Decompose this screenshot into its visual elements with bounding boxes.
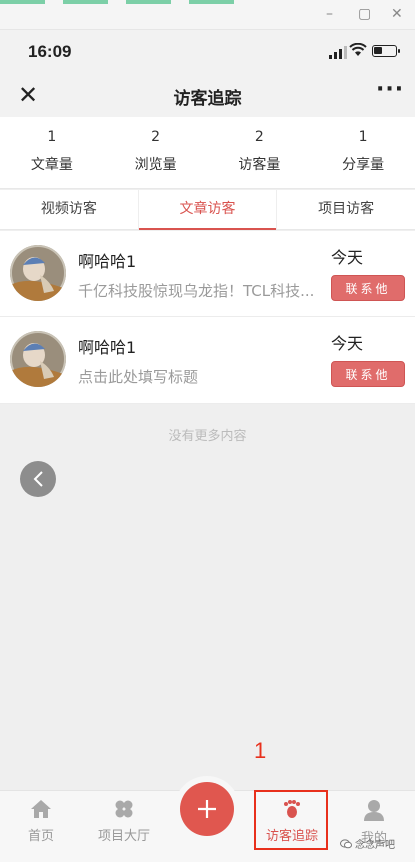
window-tab[interactable] [189, 0, 234, 4]
user-icon [364, 800, 384, 821]
contact-button[interactable]: 联系他 [331, 361, 405, 387]
stat-views: 2 浏览量 [104, 117, 208, 188]
signal-icon [329, 45, 347, 59]
stat-label: 文章量 [30, 157, 73, 173]
contact-button[interactable]: 联系他 [331, 275, 405, 301]
wifi-icon [349, 43, 367, 56]
window-titlebar: – ▢ ✕ [0, 0, 415, 30]
stats-panel: 1 文章量 2 浏览量 2 访客量 1 分享量 [0, 117, 415, 189]
list-item[interactable]: 啊哈哈1 千亿科技股惊现乌龙指！TCL科技... 今天 联系他 [0, 231, 415, 317]
wechat-icon [340, 838, 352, 848]
tabbar-project-hall[interactable]: 项目大厅 [92, 799, 156, 844]
no-more-content: 没有更多内容 [168, 429, 247, 444]
stat-articles: 1 文章量 [0, 117, 104, 188]
navigation-bar: ✕ 访客追踪 ··· [0, 75, 415, 117]
watermark: 念念声吧 [340, 836, 395, 851]
tabbar-home[interactable]: 首页 [18, 799, 64, 844]
home-icon [31, 800, 51, 818]
stat-label: 浏览量 [134, 157, 177, 173]
stat-label: 分享量 [342, 157, 385, 173]
maximize-icon[interactable]: ▢ [358, 6, 371, 22]
window-close-icon[interactable]: ✕ [391, 6, 403, 22]
back-button[interactable] [20, 461, 56, 497]
stat-label: 访客量 [238, 157, 281, 173]
tabbar-project-hall-label: 项目大厅 [97, 829, 150, 844]
stat-value: 2 [151, 129, 161, 145]
avatar [10, 331, 66, 387]
chevron-left-icon [33, 471, 43, 487]
stat-value: 2 [254, 129, 264, 145]
status-time: 16:09 [28, 42, 72, 61]
more-icon[interactable]: ··· [376, 77, 404, 102]
visited-content: 点击此处填写标题 [78, 368, 199, 386]
window-tab[interactable] [0, 0, 45, 4]
watermark-text: 念念声吧 [355, 840, 395, 851]
stat-shares: 1 分享量 [311, 117, 415, 188]
add-button[interactable] [180, 782, 234, 836]
tab-article-visitors[interactable]: 文章访客 [137, 190, 277, 230]
window-tab[interactable] [126, 0, 171, 4]
window-tabs [0, 0, 415, 4]
visit-date: 今天 [331, 334, 364, 353]
battery-icon [372, 45, 400, 57]
tab-video-visitors[interactable]: 视频访客 [0, 190, 138, 229]
visitor-tabs: 视频访客 文章访客 项目访客 [0, 190, 415, 230]
minimize-icon[interactable]: – [326, 6, 333, 22]
tabbar-home-label: 首页 [27, 829, 54, 844]
clover-icon [115, 800, 133, 818]
visitor-list: 啊哈哈1 千亿科技股惊现乌龙指！TCL科技... 今天 联系他 啊哈哈1 点击此… [0, 231, 415, 404]
plus-icon [198, 800, 216, 818]
stat-visitors: 2 访客量 [208, 117, 312, 188]
stat-value: 1 [358, 129, 368, 145]
avatar [10, 245, 66, 301]
annotation-number: 1 [254, 738, 267, 763]
visitor-name: 啊哈哈1 [78, 338, 137, 357]
annotation-highlight-box [254, 790, 328, 850]
status-bar: 16:09 [0, 30, 415, 75]
visit-date: 今天 [331, 248, 364, 267]
tab-project-visitors[interactable]: 项目访客 [276, 190, 415, 229]
visitor-name: 啊哈哈1 [78, 252, 137, 271]
visited-content: 千亿科技股惊现乌龙指！TCL科技... [78, 282, 315, 300]
list-item[interactable]: 啊哈哈1 点击此处填写标题 今天 联系他 [0, 317, 415, 404]
stat-value: 1 [47, 129, 57, 145]
page-title: 访客追踪 [173, 89, 242, 109]
window-tab[interactable] [63, 0, 108, 4]
